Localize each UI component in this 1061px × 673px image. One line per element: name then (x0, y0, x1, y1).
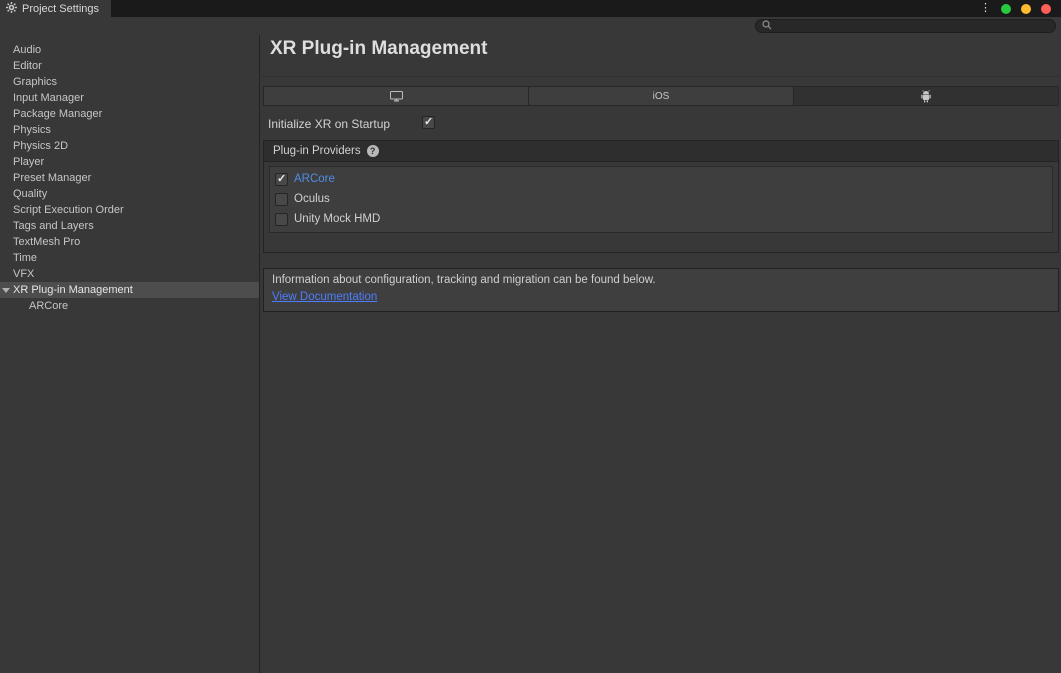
sidebar-item-vfx[interactable]: VFX (0, 266, 259, 282)
unity-mock-hmd-checkbox[interactable] (275, 213, 288, 226)
settings-sidebar: Audio Editor Graphics Input Manager Pack… (0, 35, 260, 673)
main-panel: XR Plug-in Management iOS (261, 35, 1061, 673)
tab-android[interactable] (794, 87, 1058, 105)
sidebar-item-arcore[interactable]: ARCore (0, 298, 259, 314)
sidebar-item-xr-plug-in-management[interactable]: XR Plug-in Management (0, 282, 259, 298)
window-control-red[interactable] (1041, 4, 1051, 14)
help-icon[interactable]: ? (367, 145, 379, 157)
project-settings-tab-label: Project Settings (22, 3, 99, 15)
sidebar-item-preset-manager[interactable]: Preset Manager (0, 170, 259, 186)
provider-row-arcore[interactable]: ARCore (270, 169, 1052, 189)
titlebar: Project Settings ⋮ (0, 0, 1061, 17)
window-control-yellow[interactable] (1021, 4, 1031, 14)
sidebar-item-input-manager[interactable]: Input Manager (0, 90, 259, 106)
sidebar-item-physics-2d[interactable]: Physics 2D (0, 138, 259, 154)
kebab-menu-icon[interactable]: ⋮ (980, 0, 991, 17)
android-icon (920, 90, 932, 103)
sidebar-item-graphics[interactable]: Graphics (0, 74, 259, 90)
plug-in-providers-title: Plug-in Providers (273, 145, 361, 157)
provider-label: Oculus (294, 193, 330, 205)
page-title: XR Plug-in Management (270, 38, 487, 60)
sidebar-item-label: XR Plug-in Management (13, 284, 133, 296)
toolbar (0, 17, 1061, 35)
oculus-checkbox[interactable] (275, 193, 288, 206)
platform-tab-strip: iOS (263, 86, 1059, 106)
foldout-arrow-icon[interactable] (2, 288, 10, 293)
initialize-xr-checkbox[interactable] (422, 116, 435, 129)
provider-label: ARCore (294, 173, 335, 185)
sidebar-item-package-manager[interactable]: Package Manager (0, 106, 259, 122)
info-helpbox: Information about configuration, trackin… (263, 268, 1059, 312)
tab-desktop[interactable] (264, 87, 529, 105)
sidebar-item-player[interactable]: Player (0, 154, 259, 170)
sidebar-item-time[interactable]: Time (0, 250, 259, 266)
search-box[interactable] (755, 19, 1056, 33)
search-input[interactable] (776, 20, 1049, 32)
providers-list: ARCore Oculus Unity Mock HMD (269, 166, 1053, 233)
search-icon (762, 17, 772, 35)
info-text: Information about configuration, trackin… (272, 274, 1050, 286)
plug-in-providers-header: Plug-in Providers ? (264, 141, 1058, 162)
provider-row-oculus[interactable]: Oculus (270, 189, 1052, 209)
arcore-checkbox[interactable] (275, 173, 288, 186)
sidebar-item-physics[interactable]: Physics (0, 122, 259, 138)
plug-in-providers-section: Plug-in Providers ? ARCore Oculus Unity … (263, 140, 1059, 253)
title-separator (261, 76, 1061, 77)
sidebar-item-tags-and-layers[interactable]: Tags and Layers (0, 218, 259, 234)
window-controls: ⋮ (980, 0, 1051, 17)
sidebar-item-audio[interactable]: Audio (0, 42, 259, 58)
tab-ios-label: iOS (653, 91, 670, 102)
sidebar-item-editor[interactable]: Editor (0, 58, 259, 74)
project-settings-tab[interactable]: Project Settings (0, 0, 111, 17)
initialize-xr-label: Initialize XR on Startup (268, 116, 390, 132)
gear-icon (6, 2, 17, 16)
provider-label: Unity Mock HMD (294, 213, 380, 225)
sidebar-item-quality[interactable]: Quality (0, 186, 259, 202)
window-control-green[interactable] (1001, 4, 1011, 14)
tab-ios[interactable]: iOS (529, 87, 794, 105)
sidebar-item-script-execution-order[interactable]: Script Execution Order (0, 202, 259, 218)
desktop-icon (390, 91, 403, 102)
sidebar-item-textmesh-pro[interactable]: TextMesh Pro (0, 234, 259, 250)
view-documentation-link[interactable]: View Documentation (272, 291, 377, 303)
provider-row-unity-mock-hmd[interactable]: Unity Mock HMD (270, 209, 1052, 229)
